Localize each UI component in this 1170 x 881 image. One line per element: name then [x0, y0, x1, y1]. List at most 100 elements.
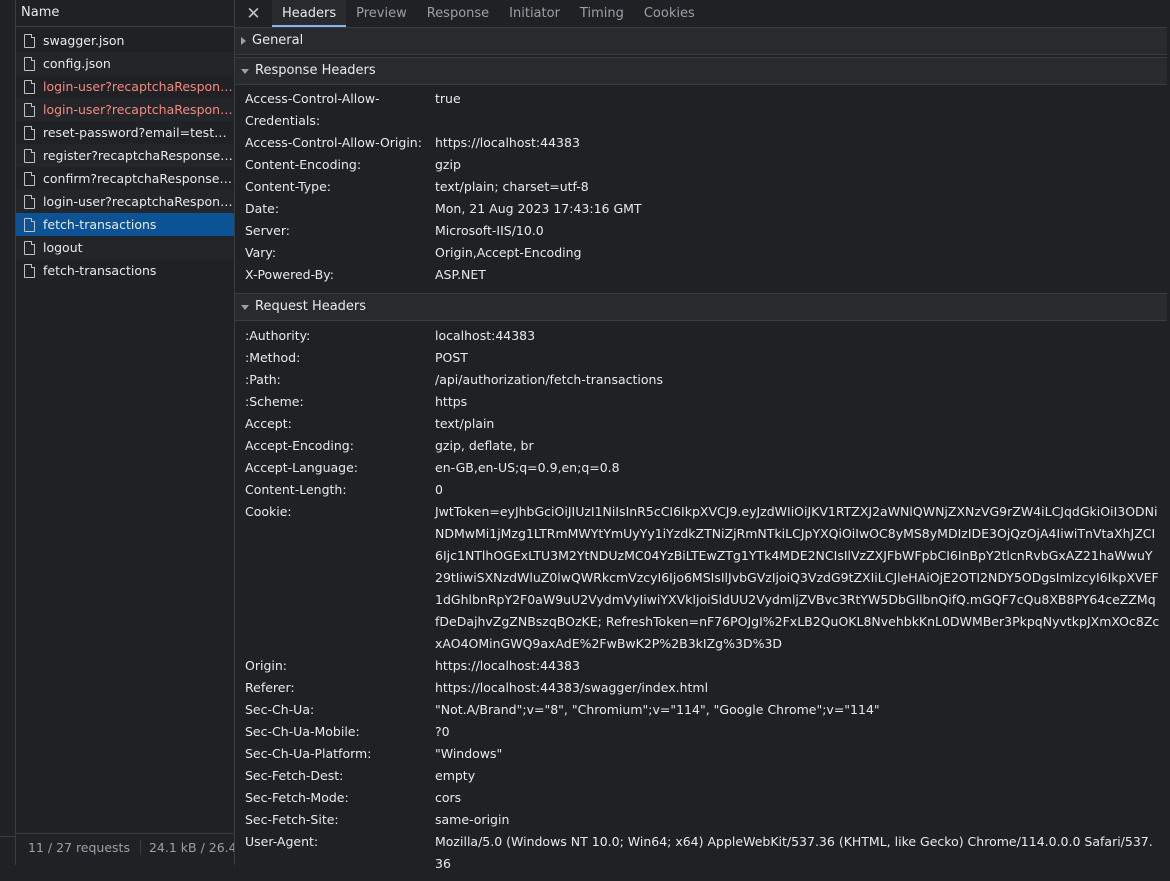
header-key: Sec-Fetch-Dest: [245, 768, 344, 783]
header-key: Content-Encoding: [245, 157, 362, 172]
header-value[interactable]: JwtToken=eyJhbGciOiJIUzI1NiIsInR5cCI6Ikp… [435, 501, 1160, 655]
name-column-header[interactable]: Name [16, 0, 234, 27]
request-name: register?recaptchaResponse=a [43, 148, 233, 163]
header-key: Cookie: [245, 504, 292, 519]
header-row: :Authority: localhost:44383 [235, 325, 1167, 347]
request-name: fetch-transactions [43, 217, 157, 232]
request-row[interactable]: confirm?recaptchaResponse=a [16, 167, 234, 190]
request-headers-title: Request Headers [255, 299, 367, 314]
collapse-triangle-icon [241, 304, 249, 310]
header-value[interactable]: https://localhost:44383/swagger/index.ht… [435, 677, 1160, 699]
header-key: Date: [245, 201, 280, 216]
header-row: Referer: https://localhost:44383/swagger/… [235, 677, 1167, 699]
header-row: Content-Length: 0 [235, 479, 1167, 501]
header-value[interactable]: Mon, 21 Aug 2023 17:43:16 GMT [435, 198, 1160, 220]
tab-headers[interactable]: Headers [272, 0, 347, 27]
request-row[interactable]: fetch-transactions [16, 213, 234, 236]
header-value[interactable]: https://localhost:44383 [435, 655, 1160, 677]
header-key: Sec-Fetch-Mode: [245, 790, 349, 805]
request-row[interactable]: login-user?recaptchaRespons... [16, 190, 234, 213]
expand-triangle-icon [241, 37, 246, 45]
document-icon [24, 217, 35, 232]
header-value[interactable]: ASP.NET [435, 264, 1160, 286]
header-value[interactable]: same-origin [435, 809, 1160, 831]
header-value[interactable]: 0 [435, 479, 1160, 501]
request-row[interactable]: login-user?recaptchaResponse... [16, 75, 234, 98]
request-row[interactable]: swagger.json [16, 29, 234, 52]
header-value[interactable]: gzip, deflate, br [435, 435, 1160, 457]
header-value[interactable]: /api/authorization/fetch-transactions [435, 369, 1160, 391]
request-row[interactable]: register?recaptchaResponse=a [16, 144, 234, 167]
request-name: reset-password?email=test%4... [43, 125, 233, 140]
header-row: :Scheme: https [235, 391, 1167, 413]
document-icon [24, 102, 35, 117]
header-row: Content-Type: text/plain; charset=utf-8 [235, 176, 1167, 198]
header-value[interactable]: localhost:44383 [435, 325, 1160, 347]
header-value[interactable]: "Not.A/Brand";v="8", "Chromium";v="114",… [435, 699, 1160, 721]
header-value[interactable]: ?0 [435, 721, 1160, 743]
request-name: login-user?recaptchaResponse... [43, 79, 233, 94]
header-value[interactable]: text/plain; charset=utf-8 [435, 176, 1160, 198]
header-row: Sec-Fetch-Mode: cors [235, 787, 1167, 809]
header-value[interactable]: gzip [435, 154, 1160, 176]
header-value[interactable]: POST [435, 347, 1160, 369]
transfer-size: 24.1 kB / 26.4 k [148, 840, 234, 855]
header-value[interactable]: empty [435, 765, 1160, 787]
close-icon[interactable]: ✕ [235, 0, 272, 27]
request-row[interactable]: config.json [16, 52, 234, 75]
header-row: Cookie: JwtToken=eyJhbGciOiJIUzI1NiIsInR5… [235, 501, 1167, 655]
header-value[interactable]: true [435, 88, 1160, 132]
status-bar: 11 / 27 requests 24.1 kB / 26.4 k [16, 833, 234, 861]
request-row[interactable]: reset-password?email=test%4... [16, 121, 234, 144]
header-value[interactable]: Microsoft-IIS/10.0 [435, 220, 1160, 242]
header-row: Accept-Encoding: gzip, deflate, br [235, 435, 1167, 457]
request-row[interactable]: fetch-transactions [16, 259, 234, 282]
request-list-panel: Name swagger.json config.json login-user?r… [16, 0, 235, 865]
header-key: Sec-Ch-Ua-Mobile: [245, 724, 360, 739]
request-list: swagger.json config.json login-user?recapt… [16, 29, 234, 282]
request-row[interactable]: logout [16, 236, 234, 259]
header-value[interactable]: Mozilla/5.0 (Windows NT 10.0; Win64; x64… [435, 831, 1160, 875]
request-detail-panel: ✕ Headers Preview Response Initiator Timing C… [235, 0, 1167, 871]
header-key: Sec-Ch-Ua: [245, 702, 315, 717]
header-key: Accept-Encoding: [245, 438, 354, 453]
document-icon [24, 171, 35, 186]
header-key: :Scheme: [245, 394, 304, 409]
general-section-header[interactable]: General [235, 28, 1167, 55]
header-row: Sec-Ch-Ua: "Not.A/Brand";v="8", "Chromium… [235, 699, 1167, 721]
document-icon [24, 194, 35, 209]
request-name: fetch-transactions [43, 263, 157, 278]
header-row: Content-Encoding: gzip [235, 154, 1167, 176]
header-key: Accept: [245, 416, 292, 431]
header-value[interactable]: "Windows" [435, 743, 1160, 765]
tab-preview[interactable]: Preview [346, 0, 417, 27]
header-row: Origin: https://localhost:44383 [235, 655, 1167, 677]
request-name: login-user?recaptchaResponse... [43, 102, 233, 117]
request-row[interactable]: login-user?recaptchaResponse... [16, 98, 234, 121]
document-icon [24, 125, 35, 140]
header-row: Access-Control-Allow-Credentials: true [235, 88, 1167, 132]
tab-initiator[interactable]: Initiator [499, 0, 570, 27]
tab-cookies[interactable]: Cookies [634, 0, 705, 27]
general-section-title: General [252, 33, 304, 48]
response-headers-section-header[interactable]: Response Headers [235, 57, 1167, 85]
header-value[interactable]: https://localhost:44383 [435, 132, 1160, 154]
document-icon [24, 148, 35, 163]
header-value[interactable]: https [435, 391, 1160, 413]
header-value[interactable]: text/plain [435, 413, 1160, 435]
header-key: Access-Control-Allow-Origin: [245, 135, 422, 150]
document-icon [24, 263, 35, 278]
header-value[interactable]: en-GB,en-US;q=0.9,en;q=0.8 [435, 457, 1160, 479]
header-value[interactable]: Origin,Accept-Encoding [435, 242, 1160, 264]
tab-timing[interactable]: Timing [570, 0, 634, 27]
header-key: Accept-Language: [245, 460, 359, 475]
request-headers-section-header[interactable]: Request Headers [235, 293, 1167, 321]
header-row: Sec-Ch-Ua-Mobile: ?0 [235, 721, 1167, 743]
header-key: User-Agent: [245, 834, 319, 849]
header-row: Date: Mon, 21 Aug 2023 17:43:16 GMT [235, 198, 1167, 220]
header-row: :Method: POST [235, 347, 1167, 369]
header-value[interactable]: cors [435, 787, 1160, 809]
header-row: Accept: text/plain [235, 413, 1167, 435]
detail-tabbar: ✕ Headers Preview Response Initiator Timing C… [235, 0, 1167, 28]
tab-response[interactable]: Response [417, 0, 499, 27]
